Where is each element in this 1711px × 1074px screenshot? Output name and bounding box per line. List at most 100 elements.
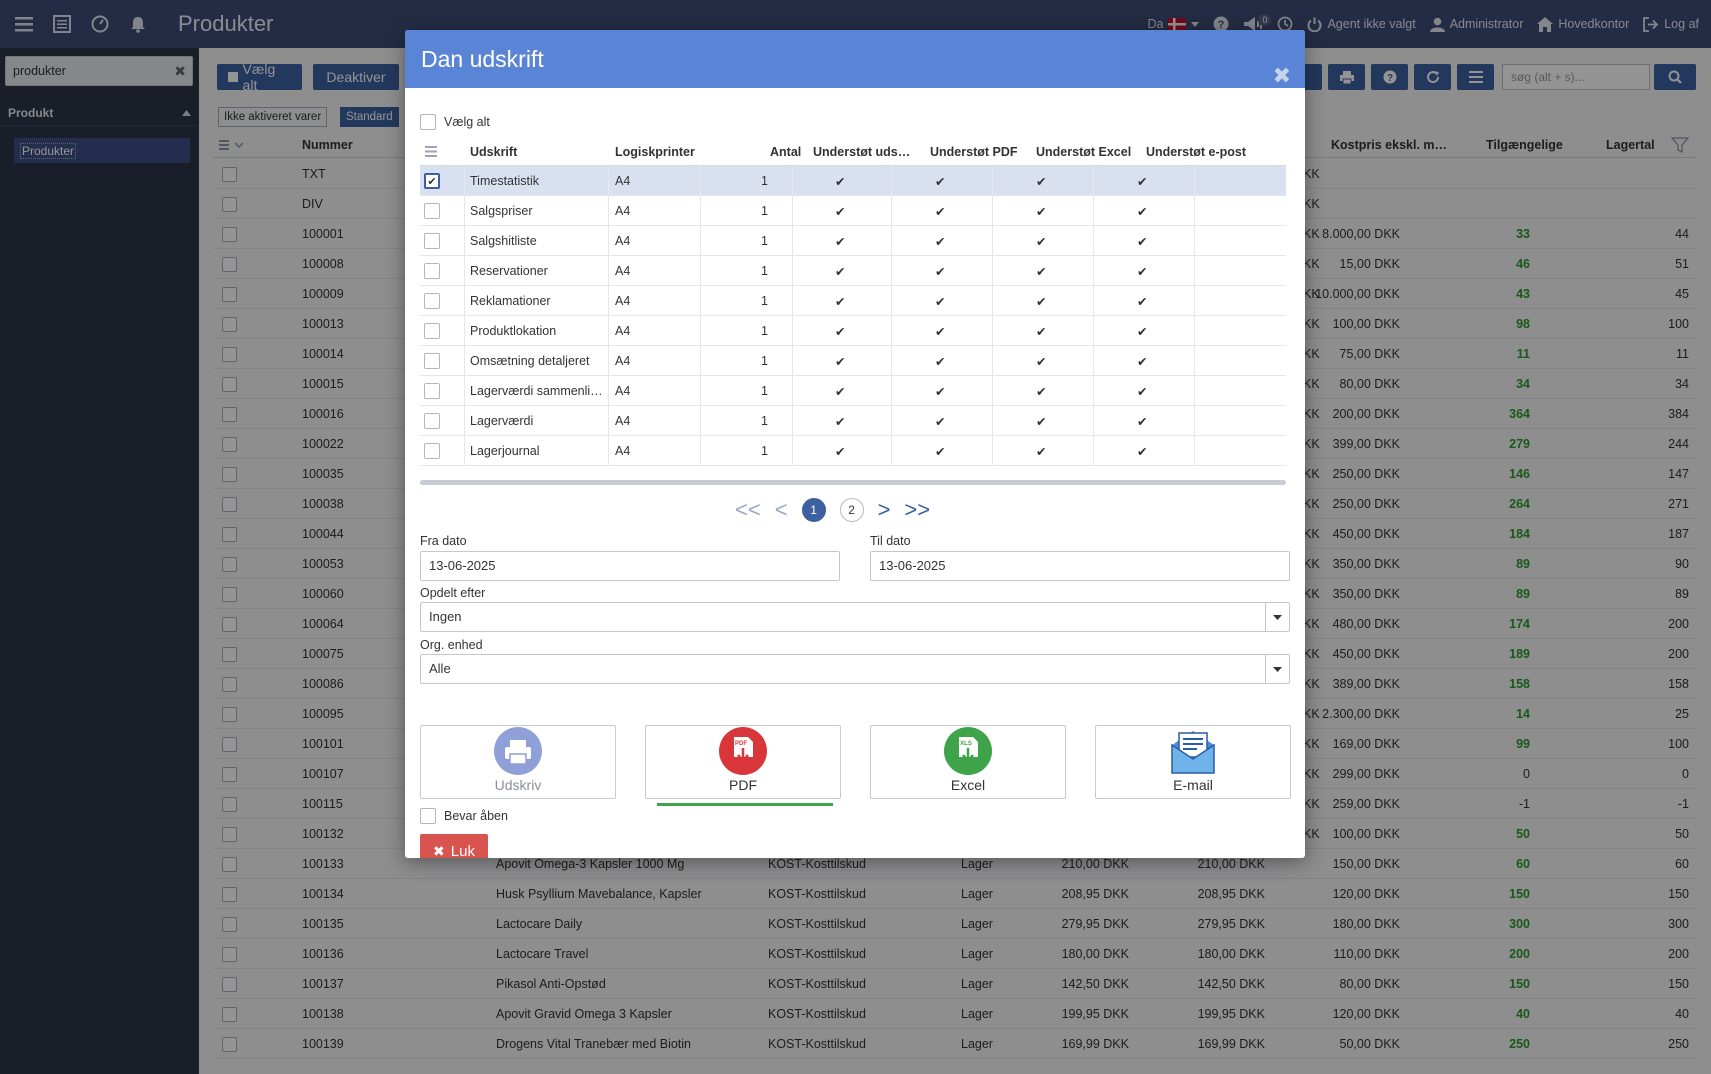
column-count[interactable]: Antal (770, 145, 801, 159)
keep-open-option[interactable]: Bevar åben (420, 808, 508, 824)
cell-divider (1093, 346, 1094, 376)
supports-excel-check: ✔ (1036, 235, 1047, 249)
report-row[interactable]: Reservationer A4 1 ✔ ✔ ✔ ✔ (420, 256, 1286, 286)
report-name: Lagerjournal (470, 444, 540, 458)
cell-divider (1093, 166, 1094, 196)
close-x-icon: ✖ (433, 842, 445, 859)
column-menu-icon[interactable] (425, 146, 437, 157)
page-2-button[interactable]: 2 (839, 498, 864, 522)
report-checkbox[interactable] (424, 443, 440, 459)
report-checkbox[interactable] (424, 323, 440, 339)
cell-divider (891, 316, 892, 346)
report-checkbox[interactable] (424, 233, 440, 249)
report-row[interactable]: Salgshitliste A4 1 ✔ ✔ ✔ ✔ (420, 226, 1286, 256)
dialog-header: Dan udskrift ✖ (405, 30, 1305, 88)
cell-divider (1093, 256, 1094, 286)
report-row[interactable]: Salgspriser A4 1 ✔ ✔ ✔ ✔ (420, 196, 1286, 226)
column-supports-print[interactable]: Understøt uds… (813, 145, 910, 159)
report-row[interactable]: Lagerværdi A4 1 ✔ ✔ ✔ ✔ (420, 406, 1286, 436)
email-icon (1171, 731, 1215, 774)
select-all-reports[interactable]: Vælg alt (420, 114, 490, 130)
report-row[interactable]: Omsætning detaljeret A4 1 ✔ ✔ ✔ ✔ (420, 346, 1286, 376)
cell-divider (992, 166, 993, 196)
next-page-button[interactable]: > (878, 497, 891, 523)
report-row[interactable]: Produktlokation A4 1 ✔ ✔ ✔ ✔ (420, 316, 1286, 346)
select-all-reports-label: Vælg alt (444, 115, 490, 129)
cell-divider (792, 166, 793, 196)
supports-print-check: ✔ (835, 235, 846, 249)
cell-divider (792, 376, 793, 406)
report-row[interactable]: Lagerjournal A4 1 ✔ ✔ ✔ ✔ (420, 436, 1286, 466)
report-checkbox[interactable] (424, 413, 440, 429)
report-row[interactable]: Lagerværdi sammenli… A4 1 ✔ ✔ ✔ ✔ (420, 376, 1286, 406)
split-by-select[interactable]: Ingen (420, 602, 1290, 632)
report-row[interactable]: ✔ Timestatistik A4 1 ✔ ✔ ✔ ✔ (420, 166, 1286, 196)
report-name: Reklamationer (470, 294, 551, 308)
cell-divider (1093, 436, 1094, 466)
cell-divider (1194, 166, 1195, 196)
report-name: Produktlokation (470, 324, 557, 338)
report-checkbox[interactable] (424, 293, 440, 309)
cell-divider (700, 286, 701, 316)
svg-text:PDF: PDF (735, 741, 747, 747)
column-supports-email[interactable]: Understøt e-post (1146, 145, 1246, 159)
to-date-input[interactable]: 13-06-2025 (870, 551, 1290, 581)
cell-divider (464, 376, 465, 406)
report-row[interactable]: Reklamationer A4 1 ✔ ✔ ✔ ✔ (420, 286, 1286, 316)
cell-divider (992, 196, 993, 226)
cell-divider (700, 196, 701, 226)
report-checkbox[interactable] (424, 203, 440, 219)
supports-excel-check: ✔ (1036, 205, 1047, 219)
cell-divider (1194, 286, 1195, 316)
from-date-input[interactable]: 13-06-2025 (420, 551, 840, 581)
supports-print-check: ✔ (835, 385, 846, 399)
excel-icon: XLS (944, 727, 992, 775)
supports-excel-check: ✔ (1036, 325, 1047, 339)
page-1-button[interactable]: 1 (801, 498, 826, 522)
cell-divider (792, 256, 793, 286)
report-count: 1 (761, 384, 768, 398)
reports-table-header: Udskrift Logiskprinter Antal Understøt u… (420, 136, 1286, 166)
supports-email-check: ✔ (1137, 445, 1148, 459)
pdf-action-button[interactable]: PDF PDF (645, 725, 841, 799)
column-supports-pdf[interactable]: Understøt PDF (930, 145, 1018, 159)
prev-page-button[interactable]: < (775, 497, 788, 523)
report-checkbox[interactable] (424, 383, 440, 399)
cell-divider (464, 256, 465, 286)
svg-text:XLS: XLS (960, 741, 972, 747)
supports-email-check: ✔ (1137, 325, 1148, 339)
report-name: Lagerværdi (470, 414, 534, 428)
supports-excel-check: ✔ (1036, 175, 1047, 189)
report-checkbox[interactable]: ✔ (424, 173, 440, 189)
horizontal-scrollbar[interactable] (420, 480, 1286, 485)
split-by-value: Ingen (429, 609, 462, 624)
column-supports-excel[interactable]: Understøt Excel (1036, 145, 1131, 159)
cell-divider (700, 346, 701, 376)
print-action-button[interactable]: Udskriv (420, 725, 616, 799)
column-printer[interactable]: Logiskprinter (615, 145, 695, 159)
keep-open-checkbox[interactable] (420, 808, 436, 824)
supports-print-check: ✔ (835, 205, 846, 219)
email-action-button[interactable]: E-mail (1095, 725, 1291, 799)
org-unit-select[interactable]: Alle (420, 654, 1290, 684)
select-all-checkbox[interactable] (420, 114, 436, 130)
supports-print-check: ✔ (835, 325, 846, 339)
first-page-button[interactable]: << (735, 497, 761, 523)
supports-excel-check: ✔ (1036, 445, 1047, 459)
cell-divider (608, 286, 609, 316)
cell-divider (792, 196, 793, 226)
to-date-value: 13-06-2025 (879, 558, 946, 573)
cell-divider (891, 406, 892, 436)
cell-divider (1093, 286, 1094, 316)
close-icon[interactable]: ✖ (1273, 47, 1291, 105)
email-action-label: E-mail (1173, 777, 1213, 793)
column-report[interactable]: Udskrift (470, 145, 517, 159)
report-checkbox[interactable] (424, 263, 440, 279)
supports-email-check: ✔ (1137, 355, 1148, 369)
report-checkbox[interactable] (424, 353, 440, 369)
reports-table: Udskrift Logiskprinter Antal Understøt u… (420, 136, 1286, 466)
cell-divider (792, 226, 793, 256)
excel-action-button[interactable]: XLS Excel (870, 725, 1066, 799)
close-button[interactable]: ✖ Luk (420, 834, 488, 858)
last-page-button[interactable]: >> (904, 497, 930, 523)
